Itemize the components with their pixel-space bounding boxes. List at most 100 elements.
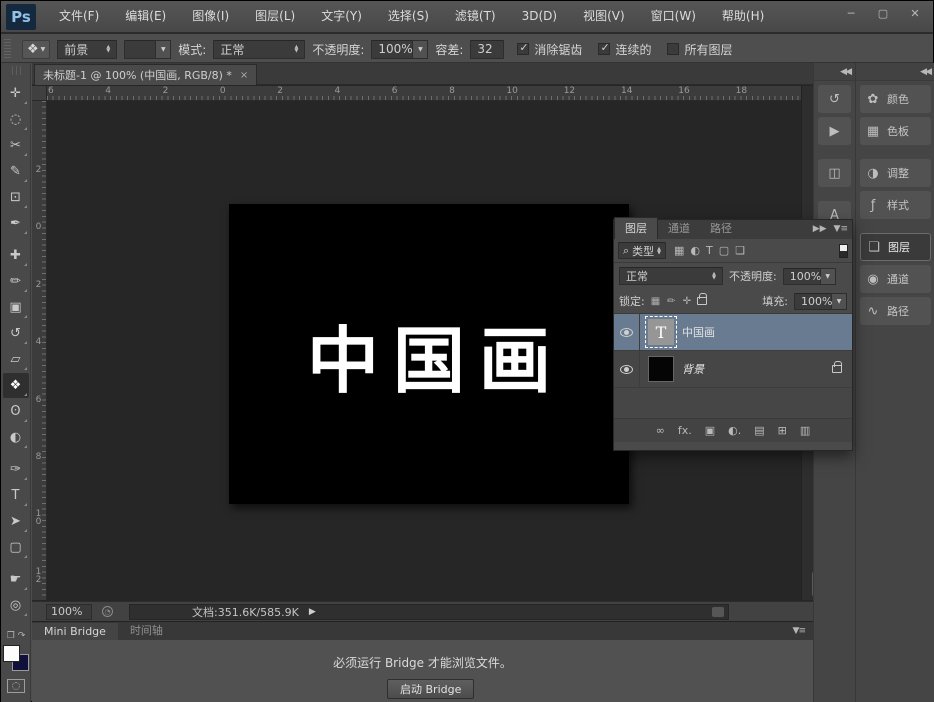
mini-tool-icon-edit-toolbar[interactable]: ❐ [7,631,15,641]
tool-marquee[interactable]: ◌ [3,107,29,132]
panel-menu-icon[interactable]: ▼≡ [834,224,848,234]
panel-icon-button-history[interactable]: ↺ [818,85,851,113]
panel-button-styles[interactable]: ƒ 样式 [860,191,931,219]
background-layer-thumbnail[interactable] [648,356,674,382]
horizontal-scrollbar[interactable]: 文档:351.6K/585.9K ▶ [129,604,729,620]
tool-spot-healing[interactable]: ✚ [3,243,29,268]
opacity-combo[interactable]: 100% ▼ [371,40,428,59]
layer-row-background[interactable]: 背景 [614,351,852,388]
blend-mode-select[interactable]: 正常 ▲▼ [619,267,723,285]
document-tab[interactable]: 未标题-1 @ 100% (中国画, RGB/8) * × [34,64,257,85]
footer-icon-new-layer[interactable]: ⊞ [778,424,787,437]
tool-shape[interactable]: ▢ [3,535,29,560]
panel-icon-button-actions[interactable]: ▶ [818,117,851,145]
panel-tab[interactable]: 通道 [658,218,700,239]
visibility-toggle[interactable] [614,351,640,387]
menu-item[interactable]: 窗口(W) [638,1,709,32]
filter-icon-filter-type[interactable]: T [706,244,713,257]
tool-zoom[interactable]: ◎ [3,593,29,618]
filter-type-select[interactable]: ⌕ 类型 ▲▼ [618,242,666,259]
launch-bridge-button[interactable]: 启动 Bridge [387,679,474,699]
tool-blur[interactable]: ʘ [3,399,29,424]
menu-item[interactable]: 滤镜(T) [442,1,509,32]
lock-icon-lock-pixels[interactable]: ✏ [667,296,675,307]
tool-pen[interactable]: ✑ [3,457,29,482]
tool-crop[interactable]: ⊡ [3,185,29,210]
lock-icon-lock-position[interactable]: ✛ [683,296,691,307]
zoom-level-field[interactable]: 100% [46,604,92,620]
bottom-panel-tab[interactable]: Mini Bridge [32,623,118,640]
option-checkbox[interactable]: 所有图层 [667,41,732,58]
menu-item[interactable]: 3D(D) [509,1,570,32]
lock-all-icon[interactable] [697,297,707,305]
double-arrow-icon[interactable]: ▶▶ [813,224,827,234]
scrollbar-thumb[interactable] [712,607,724,617]
fill-source-select[interactable]: 前景 ▲▼ [57,40,117,59]
panel-icon-button-3d[interactable]: ◫ [818,159,851,187]
option-checkbox[interactable]: 消除锯齿 [517,41,582,58]
filter-toggle[interactable] [839,244,848,258]
maximize-icon[interactable]: ▢ [869,4,897,22]
layer-opacity-combo[interactable]: 100% ▼ [783,268,836,285]
lock-icon-lock-transparency[interactable]: ▦ [651,296,660,307]
flyout-arrow-icon[interactable]: ▶ [309,607,316,617]
panel-menu-icon[interactable]: ▼≡ [793,626,805,636]
current-tool-button[interactable]: ❖ ▼ [22,40,50,59]
option-checkbox[interactable]: 连续的 [598,41,651,58]
tool-path-selection[interactable]: ➤ [3,509,29,534]
tool-hand[interactable]: ☛ [3,567,29,592]
tool-clone-stamp[interactable]: ▣ [3,295,29,320]
footer-icon-delete-layer[interactable]: ▥ [800,424,810,437]
panel-button-paths[interactable]: ∿ 路径 [860,297,931,325]
menu-item[interactable]: 选择(S) [375,1,442,32]
collapse-dock-icon[interactable]: ◀◀ [814,63,855,81]
menu-item[interactable]: 帮助(H) [709,1,777,32]
canvas[interactable]: 中国画 [229,204,629,504]
mini-tool-icon-switch-colors[interactable]: ↷ [18,631,26,641]
text-layer-thumbnail[interactable]: T [648,319,674,345]
panel-button-swatches[interactable]: ▦ 色板 [860,117,931,145]
layer-row-text[interactable]: T 中国画 [614,314,852,351]
filter-icon-filter-shape[interactable]: ▢ [719,244,729,257]
minimize-icon[interactable]: ─ [837,4,865,22]
footer-icon-layer-mask[interactable]: ▣ [705,424,715,437]
panel-button-adjustments[interactable]: ◑ 调整 [860,159,931,187]
panel-button-color[interactable]: ✿ 颜色 [860,85,931,113]
panel-button-channels[interactable]: ◉ 通道 [860,265,931,293]
toolbox-grip[interactable] [9,66,22,75]
filter-icon-filter-pixel[interactable]: ▦ [674,244,684,257]
menu-item[interactable]: 图像(I) [179,1,242,32]
tool-move[interactable]: ✛ [3,81,29,106]
mode-select[interactable]: 正常 ▲▼ [213,40,305,59]
collapse-dock-icon[interactable]: ◀◀ [856,63,934,81]
menu-item[interactable]: 图层(L) [242,1,308,32]
panel-tab[interactable]: 路径 [700,218,742,239]
filter-icon-filter-smart-object[interactable]: ❏ [735,244,745,257]
tool-dodge[interactable]: ◐ [3,425,29,450]
footer-icon-link-layers[interactable]: ∞ [656,424,665,437]
panel-button-layers[interactable]: ❏ 图层 [860,233,931,261]
tool-paint-bucket[interactable]: ❖ [3,373,29,398]
layer-name[interactable]: 背景 [682,361,704,377]
tool-type[interactable]: T [3,483,29,508]
pattern-picker[interactable]: ▼ [124,40,171,59]
tool-eraser[interactable]: ▱ [3,347,29,372]
bottom-panel-tab[interactable]: 时间轴 [118,620,175,640]
tool-lasso[interactable]: ✂ [3,133,29,158]
layer-fill-combo[interactable]: 100% ▼ [794,293,847,310]
menu-item[interactable]: 编辑(E) [112,1,179,32]
tool-quick-selection[interactable]: ✎ [3,159,29,184]
close-icon[interactable]: ✕ [901,4,929,22]
layer-name[interactable]: 中国画 [682,324,715,340]
menu-item[interactable]: 文件(F) [46,1,112,32]
tool-brush[interactable]: ✏ [3,269,29,294]
menu-item[interactable]: 文字(Y) [308,1,375,32]
filter-icon-filter-adjustment[interactable]: ◐ [690,244,700,257]
footer-icon-layer-styles[interactable]: fx. [678,424,692,437]
tab-close-icon[interactable]: × [240,70,248,81]
footer-icon-adjustment-layer[interactable]: ◐. [728,424,741,437]
tolerance-input[interactable]: 32 [470,40,504,59]
panel-tab[interactable]: 图层 [614,217,658,239]
quick-mask-button[interactable] [7,679,25,693]
tool-eyedropper[interactable]: ✒ [3,211,29,236]
